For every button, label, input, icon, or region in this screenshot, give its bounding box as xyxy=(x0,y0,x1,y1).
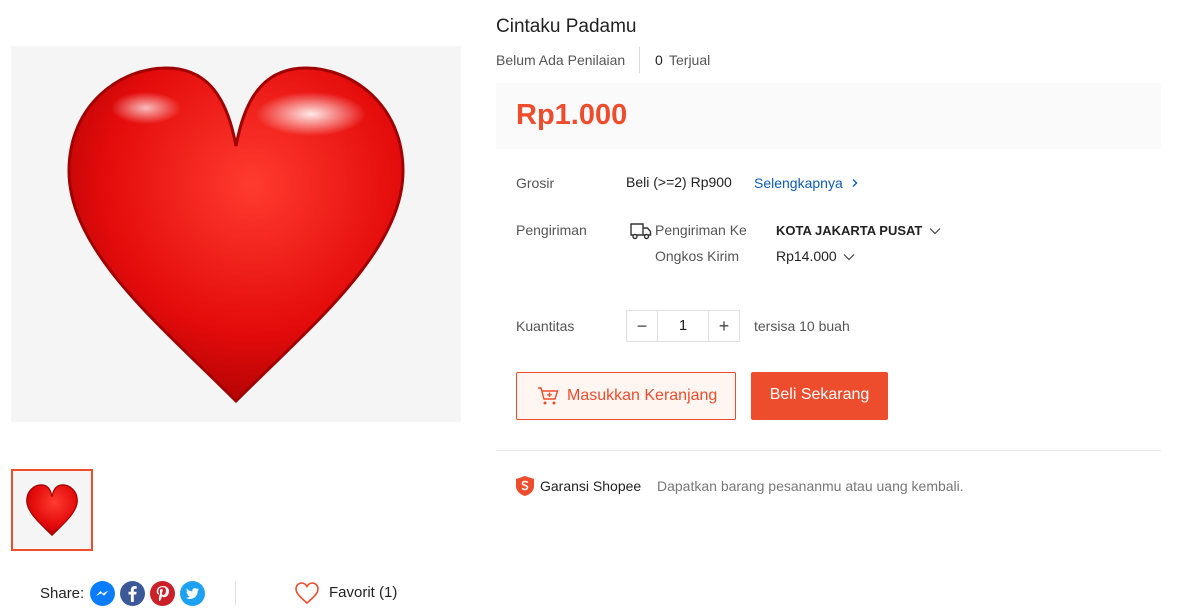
quantity-increase-button[interactable]: + xyxy=(708,311,739,341)
sold-count: 0 xyxy=(655,52,663,68)
guarantee-description: Dapatkan barang pesananmu atau uang kemb… xyxy=(657,478,964,494)
chevron-down-icon xyxy=(843,254,855,261)
shipping-to-label: Pengiriman Ke xyxy=(655,222,747,238)
heart-image xyxy=(67,66,405,404)
shipping-cost-label: Ongkos Kirim xyxy=(655,248,740,264)
add-to-cart-button[interactable]: Masukkan Keranjang xyxy=(516,372,736,420)
share-divider xyxy=(235,581,236,605)
truck-icon xyxy=(630,222,652,240)
shipping-destination: KOTA JAKARTA PUSAT xyxy=(776,223,923,238)
quantity-decrease-button[interactable]: − xyxy=(627,311,658,341)
meta-divider xyxy=(639,47,640,73)
wholesale-label: Grosir xyxy=(516,175,555,191)
product-thumbnail[interactable] xyxy=(11,469,93,551)
shipping-cost: Rp14.000 xyxy=(776,248,837,264)
quantity-input[interactable]: 1 xyxy=(658,311,708,341)
shield-icon xyxy=(515,475,535,497)
share-label: Share: xyxy=(40,585,85,602)
favorite-label[interactable]: Favorit (1) xyxy=(329,584,397,601)
product-title: Cintaku Padamu xyxy=(496,16,637,37)
quantity-stepper: − 1 + xyxy=(626,310,740,342)
shipping-destination-select[interactable]: KOTA JAKARTA PUSAT xyxy=(776,222,941,240)
product-main-image[interactable] xyxy=(11,46,461,422)
product-price: Rp1.000 xyxy=(516,99,628,131)
facebook-icon[interactable] xyxy=(120,581,145,606)
stock-remaining: tersisa 10 buah xyxy=(754,318,850,334)
guarantee-title[interactable]: Garansi Shopee xyxy=(540,478,641,494)
cart-add-icon xyxy=(537,386,559,406)
buy-now-label: Beli Sekarang xyxy=(769,386,870,403)
heart-outline-icon[interactable] xyxy=(294,581,320,605)
shipping-cost-select[interactable]: Rp14.000 xyxy=(776,248,855,266)
twitter-icon[interactable] xyxy=(180,581,205,606)
add-to-cart-label: Masukkan Keranjang xyxy=(567,387,718,404)
buy-now-button[interactable]: Beli Sekarang xyxy=(751,372,888,420)
shipping-label: Pengiriman xyxy=(516,222,587,238)
chevron-right-icon xyxy=(852,179,858,187)
messenger-icon[interactable] xyxy=(90,581,115,606)
chevron-down-icon xyxy=(929,228,941,235)
heart-thumbnail-image xyxy=(26,484,78,537)
pinterest-icon[interactable] xyxy=(150,581,175,606)
section-divider xyxy=(496,450,1161,451)
wholesale-more-link[interactable]: Selengkapnya xyxy=(754,175,860,191)
quantity-label: Kuantitas xyxy=(516,318,575,334)
sold-label: Terjual xyxy=(669,52,711,68)
wholesale-more-label: Selengkapnya xyxy=(754,175,843,191)
wholesale-value: Beli (>=2) Rp900 xyxy=(626,174,732,190)
rating-text[interactable]: Belum Ada Penilaian xyxy=(496,52,625,68)
